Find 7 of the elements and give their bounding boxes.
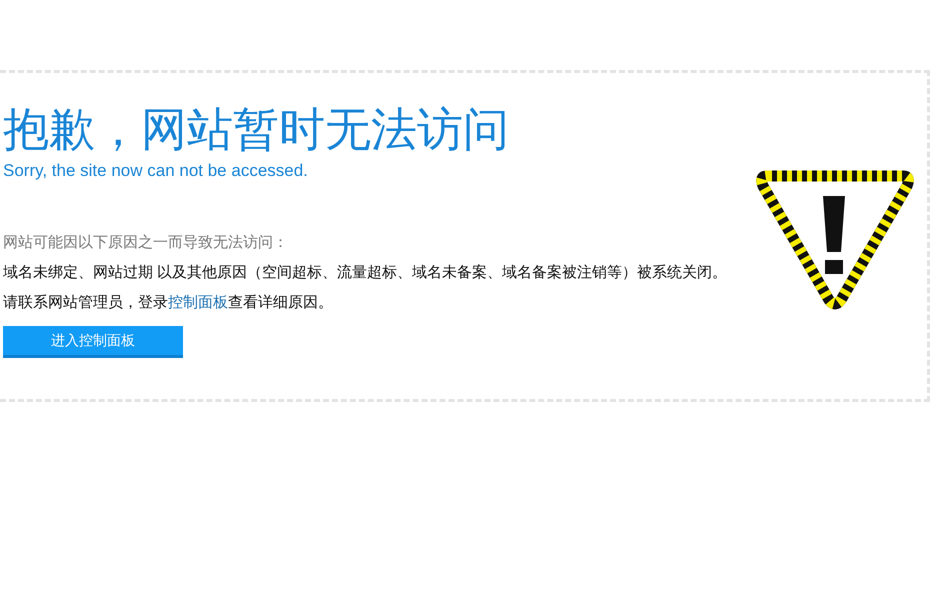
- control-panel-button[interactable]: 进入控制面板: [3, 326, 183, 358]
- page-title: 抱歉，网站暂时无法访问: [3, 102, 510, 157]
- contact-text: 请联系网站管理员，登录控制面板查看详细原因。: [3, 293, 334, 312]
- reasons-text: 域名未绑定、网站过期 以及其他原因（空间超标、流量超标、域名未备案、域名备案被注销等）被系统关闭。: [3, 263, 728, 282]
- control-panel-link[interactable]: 控制面板: [168, 294, 228, 311]
- reasons-intro: 网站可能因以下原因之一而导致无法访问：: [3, 233, 289, 252]
- page-subtitle: Sorry, the site now can not be accessed.: [3, 161, 309, 181]
